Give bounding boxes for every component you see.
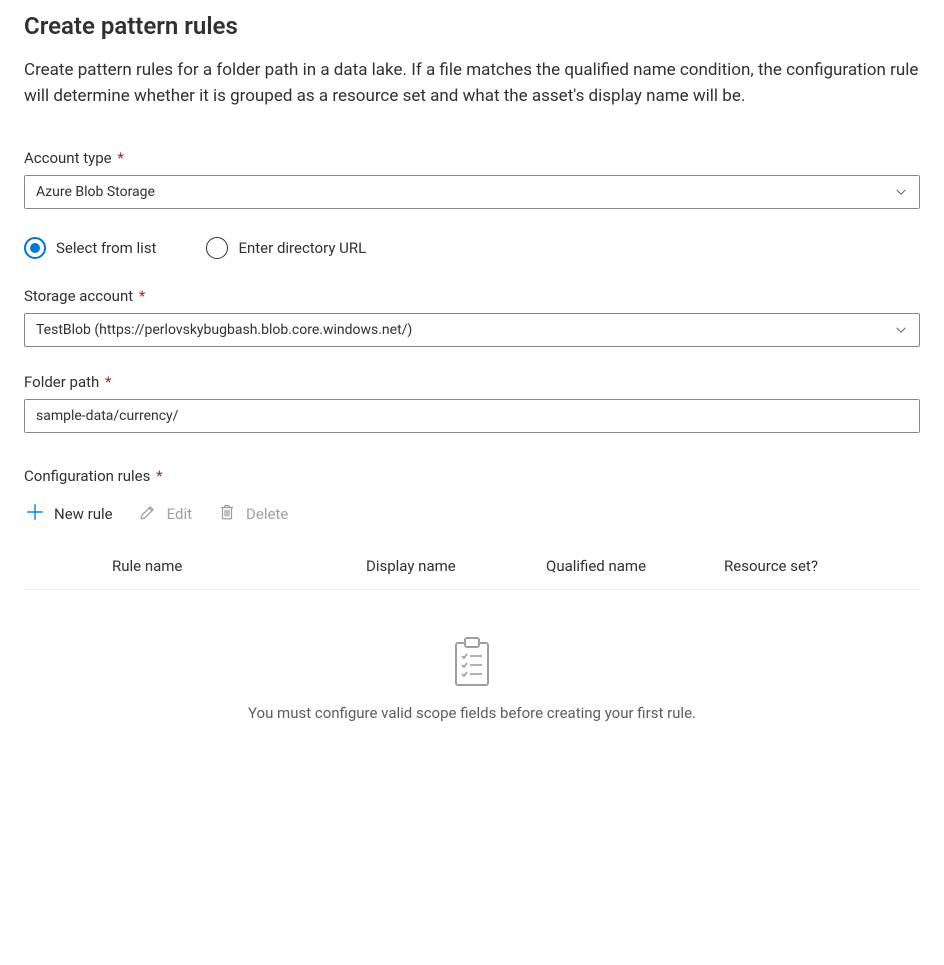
configuration-rules-group: Configuration rules * New rule Edit Dele…	[24, 467, 920, 742]
pencil-icon	[139, 503, 157, 525]
new-rule-button[interactable]: New rule	[26, 503, 113, 525]
new-rule-label: New rule	[54, 505, 113, 523]
chevron-down-icon	[894, 323, 908, 337]
required-mark: *	[152, 467, 162, 485]
radio-indicator-selected	[24, 237, 46, 259]
empty-state: You must configure valid scope fields be…	[24, 590, 920, 742]
col-select	[24, 557, 80, 575]
col-rule-name[interactable]: Rule name	[80, 557, 366, 575]
label-text: Folder path	[24, 373, 99, 391]
folder-path-input[interactable]	[24, 399, 920, 433]
folder-path-group: Folder path *	[24, 373, 920, 433]
label-text: Account type	[24, 149, 112, 167]
storage-account-select[interactable]: TestBlob (https://perlovskybugbash.blob.…	[24, 313, 920, 347]
configuration-rules-label: Configuration rules *	[24, 467, 920, 485]
empty-state-message: You must configure valid scope fields be…	[24, 704, 920, 722]
chevron-down-icon	[894, 185, 908, 199]
account-type-value: Azure Blob Storage	[36, 184, 155, 200]
source-mode-radio-group: Select from list Enter directory URL	[24, 237, 920, 259]
required-mark: *	[135, 287, 145, 305]
rules-table-header: Rule name Display name Qualified name Re…	[24, 543, 920, 590]
radio-select-from-list[interactable]: Select from list	[24, 237, 156, 259]
page-description: Create pattern rules for a folder path i…	[24, 58, 920, 109]
account-type-group: Account type * Azure Blob Storage	[24, 149, 920, 209]
col-resource-set[interactable]: Resource set?	[724, 557, 920, 575]
edit-label: Edit	[167, 505, 192, 523]
col-display-name[interactable]: Display name	[366, 557, 546, 575]
delete-button: Delete	[218, 503, 288, 525]
edit-button: Edit	[139, 503, 192, 525]
required-mark: *	[114, 149, 124, 167]
folder-path-label: Folder path *	[24, 373, 920, 391]
delete-label: Delete	[246, 505, 288, 523]
account-type-select[interactable]: Azure Blob Storage	[24, 175, 920, 209]
label-text: Storage account	[24, 287, 133, 305]
radio-label: Enter directory URL	[238, 239, 366, 257]
trash-icon	[218, 503, 236, 525]
rules-toolbar: New rule Edit Delete	[24, 493, 920, 543]
storage-account-group: Storage account * TestBlob (https://perl…	[24, 287, 920, 347]
plus-icon	[26, 503, 44, 525]
radio-indicator-unselected	[206, 237, 228, 259]
account-type-label: Account type *	[24, 149, 920, 167]
page-title: Create pattern rules	[24, 12, 920, 40]
radio-label: Select from list	[56, 239, 156, 257]
clipboard-icon	[24, 636, 920, 688]
storage-account-value: TestBlob (https://perlovskybugbash.blob.…	[36, 322, 412, 338]
col-qualified-name[interactable]: Qualified name	[546, 557, 724, 575]
storage-account-label: Storage account *	[24, 287, 920, 305]
required-mark: *	[101, 373, 111, 391]
label-text: Configuration rules	[24, 467, 150, 485]
radio-enter-directory-url[interactable]: Enter directory URL	[206, 237, 366, 259]
